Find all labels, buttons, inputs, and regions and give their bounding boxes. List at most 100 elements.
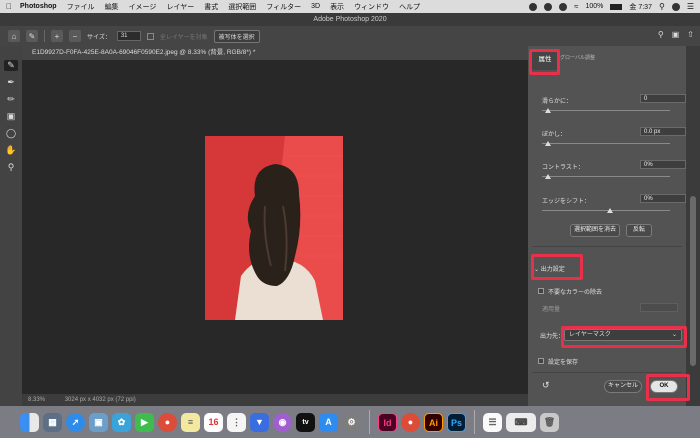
- document-tab[interactable]: E1D9927D-F0FA-425E-8A0A-69046F0590E2.jpe…: [22, 46, 528, 60]
- calendar-icon[interactable]: 16: [204, 412, 223, 432]
- output-to-dropdown[interactable]: レイヤーマスク ⌄: [564, 329, 682, 341]
- menu-file[interactable]: ファイル: [67, 2, 95, 12]
- safari-icon[interactable]: ➚: [66, 412, 85, 432]
- indesign-icon[interactable]: Id: [378, 412, 397, 432]
- invert-button[interactable]: 反転: [626, 224, 652, 237]
- shift-edge-row: エッジをシフト： 0%: [542, 194, 686, 208]
- size-input[interactable]: 31: [116, 31, 141, 41]
- brush-tool-icon[interactable]: ✏: [4, 94, 18, 105]
- share-icon[interactable]: ⇧: [687, 30, 694, 39]
- apple-tv-icon[interactable]: tv: [296, 412, 315, 432]
- keynote-icon[interactable]: ▼: [250, 412, 269, 432]
- cancel-button[interactable]: キャンセル: [604, 380, 642, 393]
- photo-image: [205, 136, 343, 320]
- wifi-icon[interactable]: ≈: [574, 2, 578, 11]
- refine-edge-brush-icon[interactable]: ✒: [4, 77, 18, 88]
- app-store-icon[interactable]: A: [319, 412, 338, 432]
- lasso-tool-icon[interactable]: ◯: [4, 128, 18, 139]
- home-icon[interactable]: ⌂: [8, 30, 20, 42]
- properties-tab[interactable]: 属性: [532, 50, 558, 70]
- size-label: サイズ：: [87, 34, 111, 41]
- panel-scrollbar[interactable]: [686, 46, 700, 406]
- menu-app-name[interactable]: Photoshop: [20, 3, 57, 10]
- menu-type[interactable]: 書式: [204, 2, 218, 12]
- menu-layer[interactable]: レイヤー: [166, 2, 194, 12]
- menu-help[interactable]: ヘルプ: [399, 2, 420, 12]
- feather-slider[interactable]: [542, 143, 670, 144]
- sample-all-layers-label: 全レイヤーを対象: [159, 34, 208, 41]
- keyboard-icon[interactable]: ⌨: [506, 412, 536, 432]
- photoshop-icon[interactable]: Ps: [447, 412, 466, 432]
- status-icon[interactable]: [529, 2, 538, 11]
- chevron-down-icon: ⌄: [534, 267, 540, 273]
- quick-selection-brush-icon[interactable]: ✎: [4, 60, 18, 71]
- contrast-slider[interactable]: [542, 176, 670, 177]
- brush-tool-preset-icon[interactable]: ✎: [26, 30, 38, 42]
- menu-3d[interactable]: 3D: [311, 3, 320, 10]
- menu-window[interactable]: ウィンドウ: [354, 2, 389, 12]
- control-center-icon[interactable]: ☰: [687, 2, 694, 11]
- contrast-label: コントラスト：: [542, 165, 584, 171]
- sample-all-layers-checkbox[interactable]: [146, 32, 154, 40]
- smooth-input[interactable]: 0: [640, 94, 686, 103]
- trash-icon[interactable]: 🗑: [540, 412, 559, 432]
- tools-panel: ✎ ✒ ✏ ▣ ◯ ✋ ⚲: [0, 46, 22, 406]
- facetime-icon[interactable]: ▶: [135, 412, 154, 432]
- battery-percent: 100%: [585, 3, 604, 10]
- workspace-icon[interactable]: ▣: [672, 30, 680, 39]
- smooth-slider[interactable]: [542, 110, 670, 111]
- reset-icon[interactable]: ↺: [542, 380, 550, 391]
- chrome-icon[interactable]: ●: [158, 412, 177, 432]
- scrollbar-thumb[interactable]: [690, 196, 696, 366]
- menubar-clock[interactable]: 金 7:37: [629, 2, 652, 12]
- select-subject-button[interactable]: 被写体を選択: [213, 29, 260, 43]
- shift-edge-slider[interactable]: [542, 210, 670, 211]
- add-to-selection-icon[interactable]: +: [51, 30, 63, 42]
- battery-icon[interactable]: [610, 3, 623, 10]
- remember-settings-label: 設定を保存: [548, 360, 579, 366]
- smooth-slider-knob[interactable]: [545, 108, 551, 113]
- feather-input[interactable]: 0.0 px: [640, 127, 686, 136]
- reminders-icon[interactable]: ⋮: [227, 412, 246, 432]
- apple-icon[interactable]: : [6, 2, 12, 11]
- decontaminate-checkbox[interactable]: [538, 288, 544, 294]
- menu-view[interactable]: 表示: [330, 2, 344, 12]
- zoom-tool-icon[interactable]: ⚲: [4, 162, 18, 173]
- contrast-input[interactable]: 0%: [640, 160, 686, 169]
- status-icon[interactable]: [559, 2, 568, 11]
- window-titlebar: Adobe Photoshop 2020: [0, 13, 700, 26]
- object-selection-icon[interactable]: ▣: [4, 111, 18, 122]
- zoom-level[interactable]: 8.33%: [28, 397, 45, 403]
- menu-edit[interactable]: 編集: [105, 2, 119, 12]
- remember-settings-checkbox[interactable]: [538, 358, 544, 364]
- notes-icon[interactable]: ≡: [181, 412, 200, 432]
- output-to-value: レイヤーマスク: [569, 332, 611, 338]
- status-icon[interactable]: [544, 2, 553, 11]
- feather-slider-knob[interactable]: [545, 141, 551, 146]
- output-settings-header[interactable]: ⌄ 出力設定: [534, 264, 565, 273]
- subtract-from-selection-icon[interactable]: −: [69, 30, 81, 42]
- textedit-icon[interactable]: ☰: [483, 412, 502, 432]
- preview-icon[interactable]: ▣: [89, 412, 108, 432]
- podcasts-icon[interactable]: ◉: [273, 412, 292, 432]
- siri-icon[interactable]: [671, 2, 680, 11]
- contrast-slider-knob[interactable]: [545, 174, 551, 179]
- illustrator-icon[interactable]: Ai: [424, 412, 443, 432]
- hand-tool-icon[interactable]: ✋: [4, 145, 18, 156]
- finder-icon[interactable]: [20, 412, 39, 432]
- menu-filter[interactable]: フィルター: [266, 2, 301, 12]
- system-preferences-icon[interactable]: ⚙: [342, 412, 361, 432]
- photos-icon[interactable]: ✿: [112, 412, 131, 432]
- search-icon[interactable]: ⚲: [659, 2, 665, 11]
- document-canvas[interactable]: [22, 60, 528, 394]
- menu-select[interactable]: 選択範囲: [228, 2, 256, 12]
- shift-edge-slider-knob[interactable]: [607, 208, 613, 213]
- shift-edge-input[interactable]: 0%: [640, 194, 686, 203]
- ok-button[interactable]: OK: [650, 380, 678, 393]
- launchpad-icon[interactable]: ▦: [43, 412, 62, 432]
- divider: [44, 30, 45, 42]
- menu-image[interactable]: イメージ: [129, 2, 157, 12]
- clear-selection-button[interactable]: 選択範囲を消去: [570, 224, 620, 237]
- search-icon[interactable]: ⚲: [658, 30, 664, 39]
- chrome-icon[interactable]: ●: [401, 412, 420, 432]
